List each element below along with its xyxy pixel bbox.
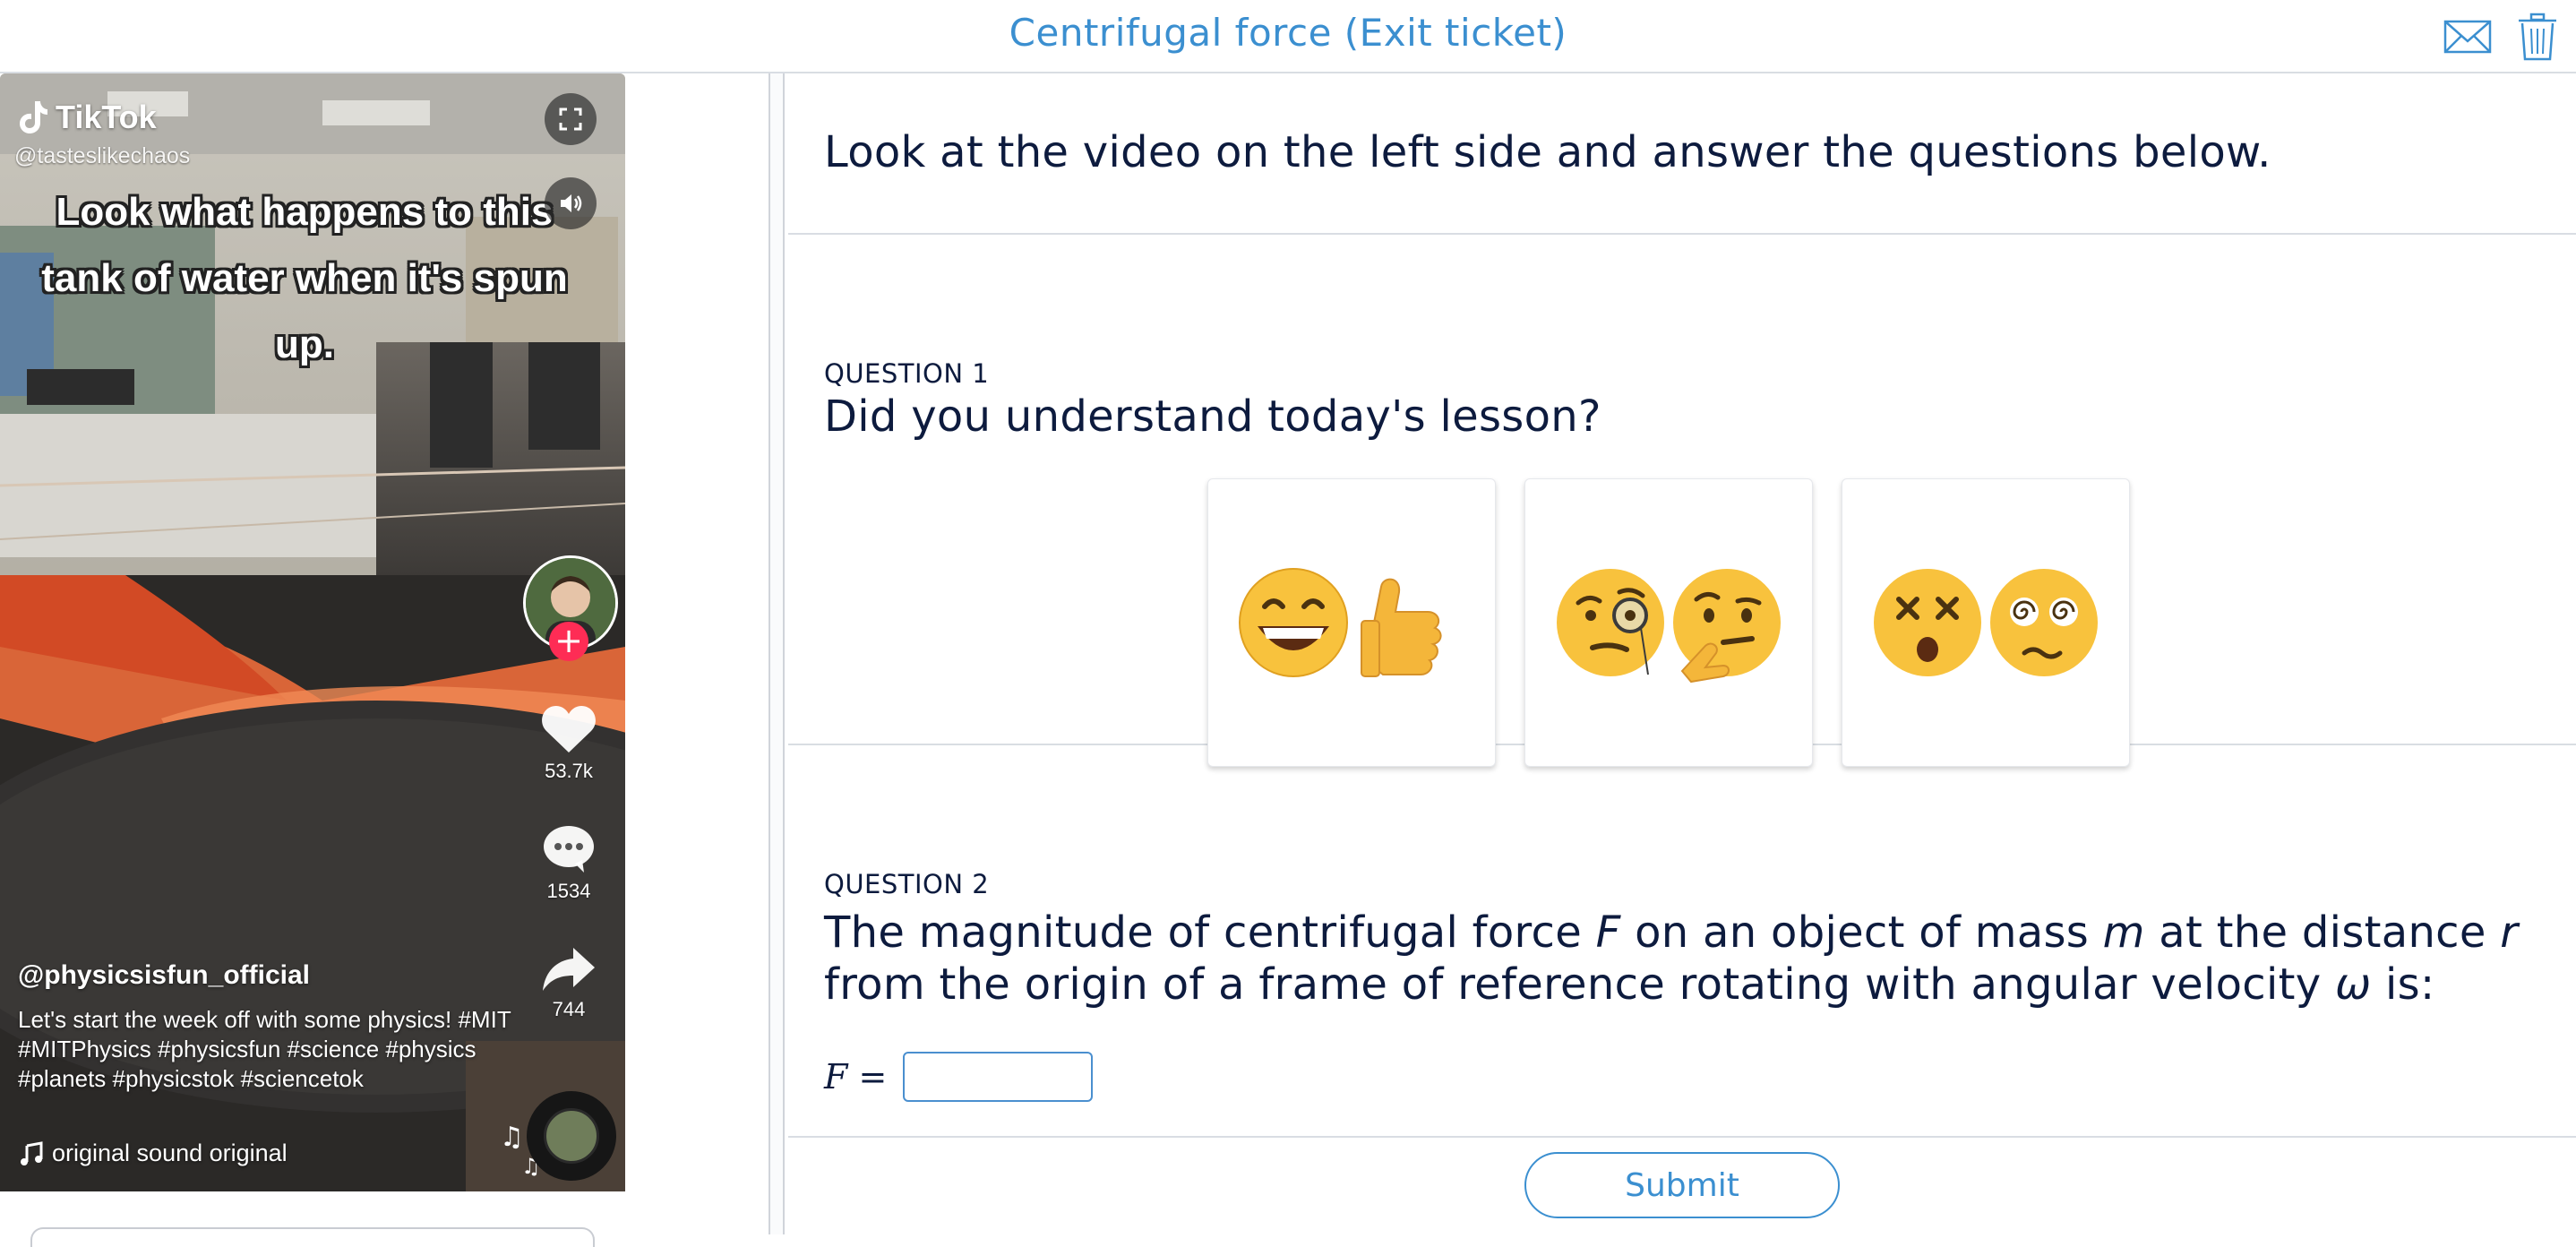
like-count: 53.7k: [545, 760, 593, 782]
heart-icon: [542, 706, 596, 752]
follow-button[interactable]: +: [549, 622, 588, 661]
question-2-label: QUESTION 2: [824, 869, 990, 899]
option-confused[interactable]: [1842, 478, 2130, 767]
pane-resize-handle[interactable]: [769, 73, 785, 1234]
grinning-thumbs-up-icon: [1239, 568, 1442, 677]
comment-button[interactable]: 1534: [528, 824, 609, 903]
question-1: QUESTION 1 Did you understand today's le…: [788, 235, 2576, 767]
sound-icon: [561, 194, 582, 212]
music-disc-cover: [544, 1108, 599, 1164]
floating-music-note-icon: ♫: [500, 1122, 524, 1153]
video-caption: Look what happens to this tank of water …: [41, 190, 568, 366]
answer-row: F =: [824, 1052, 1094, 1102]
formula-answer-input[interactable]: [903, 1052, 1094, 1102]
comment-count: 1534: [546, 880, 591, 902]
question-2-text-part: is:: [2371, 959, 2435, 1010]
video-panel: TikTok @tasteslikechaos Look what happen…: [0, 73, 627, 1247]
music-note-icon: [21, 1140, 43, 1165]
envelope-icon[interactable]: [2443, 13, 2492, 61]
page-title: Centrifugal force (Exit ticket): [1009, 11, 1567, 55]
monocle-thinking-icon: [1557, 569, 1781, 684]
music-title: original sound original: [52, 1140, 288, 1166]
tiktok-logo[interactable]: TikTok: [18, 99, 157, 136]
video-bottom-frame: [30, 1227, 595, 1247]
header-bar: Centrifugal force (Exit ticket): [0, 0, 2576, 73]
option-understood[interactable]: [1207, 478, 1496, 767]
intro-section: Look at the video on the left side and a…: [788, 73, 2576, 235]
tiktok-brand: TikTok: [56, 99, 157, 135]
question-panel: Look at the video on the left side and a…: [788, 73, 2576, 1234]
question-2: QUESTION 2 The magnitude of centrifugal …: [788, 745, 2576, 1138]
trash-icon[interactable]: [2517, 13, 2558, 61]
question-2-text-part: The magnitude of centrifugal force: [824, 907, 1596, 958]
tiktok-video[interactable]: TikTok @tasteslikechaos Look what happen…: [0, 73, 625, 1191]
tiktok-watermark-handle: @tasteslikechaos: [14, 143, 191, 168]
question-2-text-part: from the origin of a frame of reference …: [824, 959, 2335, 1010]
question-2-text-part: on an object of mass: [1620, 907, 2103, 958]
expand-icon: [559, 108, 582, 131]
music-credit[interactable]: original sound original: [18, 1140, 288, 1167]
submit-button[interactable]: Submit: [1524, 1152, 1840, 1218]
share-icon: [543, 948, 595, 991]
var-omega: ω: [2334, 959, 2372, 1010]
share-count: 744: [552, 998, 586, 1020]
comment-icon: [544, 826, 594, 873]
option-unsure[interactable]: [1524, 478, 1813, 767]
video-description: Let's start the week off with some physi…: [18, 1006, 511, 1092]
var-F: F: [1595, 907, 1621, 958]
question-2-text: The magnitude of centrifugal force F on …: [824, 907, 2544, 1010]
share-button[interactable]: 744: [528, 946, 609, 1021]
question-1-text: Did you understand today's lesson?: [824, 391, 1601, 442]
intro-instructions: Look at the video on the left side and a…: [824, 127, 2271, 177]
question-2-text-part: at the distance: [2144, 907, 2501, 958]
sound-button[interactable]: [545, 177, 597, 229]
question-1-label: QUESTION 1: [824, 358, 990, 389]
like-button[interactable]: 53.7k: [528, 704, 609, 783]
music-disc[interactable]: [527, 1091, 616, 1181]
tiktok-icon: [20, 101, 47, 133]
fullscreen-button[interactable]: [545, 93, 597, 145]
var-r: r: [2500, 907, 2519, 958]
answer-prefix: F =: [824, 1057, 888, 1096]
dizzy-spiral-eyes-icon: [1874, 569, 2098, 676]
emoji-options: [1207, 478, 2130, 767]
video-author[interactable]: @physicsisfun_official: [18, 960, 310, 991]
var-m: m: [2102, 907, 2145, 958]
